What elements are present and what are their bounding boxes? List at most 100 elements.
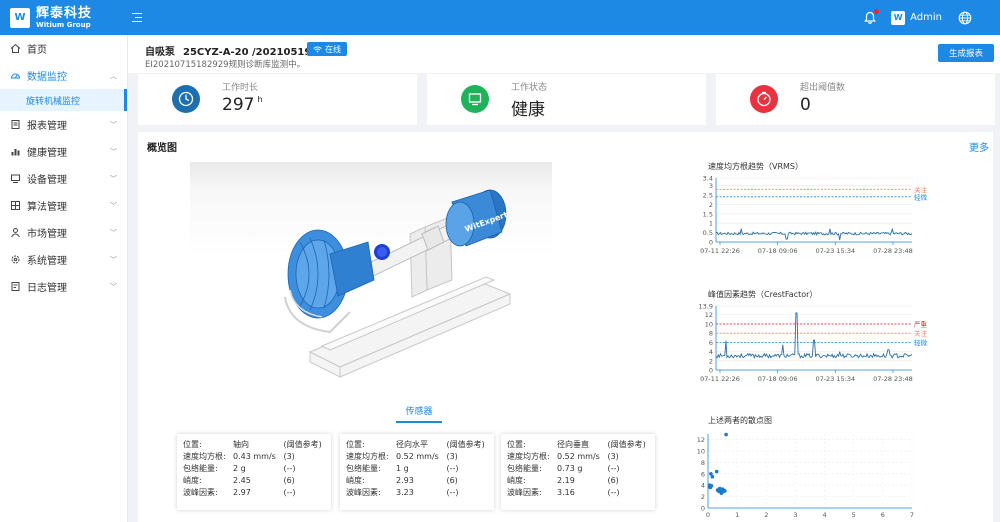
sidebar-subitem-rotating-machinery[interactable]: 旋转机械监控 — [0, 89, 127, 111]
y-tick-label: 2 — [709, 201, 713, 209]
x-tick-label: 07-18 09:06 — [758, 247, 798, 255]
x-tick-label: 4 — [823, 511, 827, 519]
y-tick-label: 0 — [709, 239, 713, 247]
tab-sensor[interactable]: 传感器 — [396, 404, 442, 423]
y-tick-label: 12 — [697, 436, 705, 444]
top-header: W 辉泰科技 Witium Group W Admin — [0, 0, 1000, 35]
logo[interactable]: W 辉泰科技 Witium Group — [0, 0, 128, 35]
device-icon — [10, 173, 21, 184]
globe-icon[interactable] — [958, 11, 972, 25]
y-tick-label: 3 — [709, 182, 713, 190]
series-line — [715, 312, 913, 360]
pump-volute — [287, 229, 375, 319]
x-tick-label: 07-18 09:06 — [758, 375, 798, 383]
home-icon — [10, 43, 21, 54]
y-tick-label: 13.9 — [699, 303, 713, 311]
x-tick-label: 07-28 23:48 — [873, 375, 913, 383]
scatter-point — [710, 474, 715, 479]
dashboard-icon — [10, 70, 21, 81]
x-tick-label: 1 — [735, 511, 739, 519]
x-tick-label: 2 — [764, 511, 768, 519]
y-tick-label: 6 — [701, 470, 705, 478]
sidebar-item-devices[interactable]: 设备管理 ﹀ — [0, 165, 127, 192]
notification-bell-icon[interactable] — [863, 8, 880, 25]
stat-unit: h — [257, 95, 263, 104]
y-tick-label: 10 — [697, 448, 705, 456]
sidebar-item-health[interactable]: 健康管理 ﹀ — [0, 138, 127, 165]
threshold-label: 轻微 — [914, 338, 928, 347]
x-tick-label: 07-11 22:26 — [700, 375, 740, 383]
scatter-chart-title: 上述两者的散点图 — [708, 416, 772, 425]
chevron-down-icon: ﹀ — [110, 228, 117, 237]
y-tick-label: 2 — [709, 357, 713, 365]
stat-value: 297 — [222, 95, 255, 115]
algorithm-icon — [10, 200, 21, 211]
crest-factor-chart[interactable]: 0 2468 101213.9 严重关注轻微 07-11 22:26 07-18 09:0… — [690, 300, 940, 392]
notification-dot — [874, 8, 880, 14]
y-tick-label: 1.5 — [703, 210, 713, 218]
crest-chart-title: 峰值因素趋势（CrestFactor） — [708, 290, 818, 299]
logo-cn: 辉泰科技 — [36, 5, 93, 21]
sensor-card-axial: 位置: 轴向 (阈值参考) 速度均方根: 0.43 mm/s (3) 包络能量: 2 g(… — [177, 434, 331, 510]
x-tick-label: 07-23 15:34 — [815, 375, 855, 383]
scatter-chart[interactable]: 0 1 2 3 4 5 6 7024681012 — [690, 426, 940, 522]
series-line — [715, 227, 913, 241]
avatar[interactable]: W — [891, 10, 906, 25]
chevron-down-icon: ﹀ — [110, 255, 117, 264]
x-tick-label: 3 — [793, 511, 797, 519]
threshold-label: 关注 — [914, 329, 928, 338]
menu-toggle-icon[interactable] — [132, 12, 146, 24]
chevron-down-icon: ﹀ — [110, 201, 117, 210]
user-name[interactable]: Admin — [910, 12, 942, 23]
chevron-down-icon: ﹀ — [110, 147, 117, 156]
y-tick-label: 4 — [709, 348, 713, 356]
main-content: 自吸泵 25CYZ-A-20 /20210519 在线 EI20210715182… — [128, 35, 1000, 522]
stat-value: 健康 — [511, 100, 545, 120]
threshold-label: 严重 — [914, 320, 928, 328]
x-tick-label: 6 — [881, 511, 885, 519]
y-tick-label: 2.5 — [703, 191, 713, 199]
more-link[interactable]: 更多 — [969, 139, 989, 154]
log-icon — [10, 281, 21, 292]
device-name: 自吸泵 — [145, 47, 175, 58]
scatter-point — [724, 432, 728, 437]
logo-mark: W — [10, 7, 30, 28]
status-badge: 在线 — [307, 42, 347, 56]
y-tick-label: 0 — [709, 367, 713, 375]
device-header: 自吸泵 25CYZ-A-20 /20210519 在线 EI20210715182… — [128, 35, 1000, 73]
settings-icon — [10, 254, 21, 265]
pump-3d-model[interactable]: WitExpert — [190, 162, 552, 397]
y-tick-label: 3.4 — [703, 175, 713, 183]
sidebar-item-algorithms[interactable]: 算法管理 ﹀ — [0, 192, 127, 219]
y-tick-label: 0 — [701, 505, 705, 513]
sidebar-item-market[interactable]: 市场管理 ﹀ — [0, 219, 127, 246]
chevron-down-icon: ﹀ — [110, 174, 117, 183]
threshold-label: 轻微 — [914, 192, 928, 201]
clock-icon — [172, 85, 200, 113]
y-tick-label: 6 — [709, 339, 713, 347]
vrms-chart-title: 速度均方根趋势（VRMS） — [708, 162, 804, 171]
sidebar-item-reports[interactable]: 报表管理 ﹀ — [0, 111, 127, 138]
x-tick-label: 7 — [910, 511, 914, 519]
sidebar-item-system[interactable]: 系统管理 ﹀ — [0, 246, 127, 273]
y-tick-label: 1 — [709, 220, 713, 228]
x-tick-label: 5 — [852, 511, 856, 519]
sidebar-item-home[interactable]: 首页 — [0, 35, 127, 62]
generate-report-button[interactable]: 生成报表 — [938, 44, 994, 62]
scatter-point — [719, 491, 724, 495]
report-icon — [10, 119, 21, 130]
y-tick-label: 0.5 — [703, 229, 713, 237]
x-tick-label: 0 — [706, 511, 710, 519]
scatter-point — [715, 488, 720, 492]
logo-en: Witium Group — [36, 20, 91, 29]
wifi-icon — [313, 45, 322, 52]
chevron-down-icon: ﹀ — [110, 120, 117, 129]
x-tick-label: 07-23 15:34 — [815, 247, 855, 255]
timer-icon — [750, 85, 778, 113]
sidebar-item-data-monitor[interactable]: 数据监控 ︿ — [0, 62, 127, 89]
vrms-trend-chart[interactable]: 00.511.522.533.4关注轻微07-11 22:26 07-18 09:… — [690, 172, 940, 264]
y-tick-label: 8 — [701, 459, 705, 467]
stat-label: 工作时长 — [222, 83, 259, 93]
x-tick-label: 07-11 22:26 — [700, 247, 740, 255]
sidebar-item-logs[interactable]: 日志管理 ﹀ — [0, 273, 127, 300]
